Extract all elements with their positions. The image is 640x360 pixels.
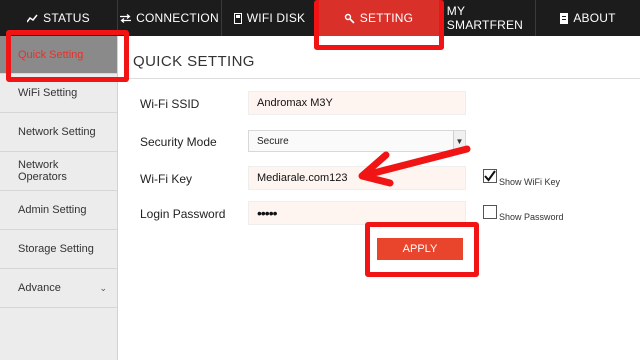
top-navigation: STATUS CONNECTION WIFI DISK SETTING MY S… bbox=[0, 0, 640, 36]
page-title: QUICK SETTING bbox=[133, 53, 255, 70]
gear-icon bbox=[344, 13, 355, 24]
doc-icon bbox=[560, 12, 569, 24]
tab-my-smartfren-label: MY SMARTFREN bbox=[446, 4, 524, 32]
tab-my-smartfren[interactable]: MY SMARTFREN bbox=[440, 0, 536, 36]
tab-wifi-disk[interactable]: WIFI DISK bbox=[222, 0, 318, 36]
sidebar-item-quick-setting[interactable]: Quick Setting bbox=[0, 36, 117, 74]
sidebar-item-advance[interactable]: Advance ⌄ bbox=[0, 269, 117, 308]
sidebar-item-label: Network Setting bbox=[18, 126, 96, 138]
tab-setting[interactable]: SETTING bbox=[318, 0, 440, 36]
security-mode-label: Security Mode bbox=[140, 135, 217, 149]
sidebar-item-label: Advance bbox=[18, 282, 61, 294]
tab-about-label: ABOUT bbox=[573, 11, 616, 25]
wifi-key-label: Wi-Fi Key bbox=[140, 172, 192, 186]
sidebar-item-wifi-setting[interactable]: WiFi Setting bbox=[0, 74, 117, 113]
sidebar-item-label: Admin Setting bbox=[18, 204, 87, 216]
ssid-label: Wi-Fi SSID bbox=[140, 97, 200, 111]
tab-setting-label: SETTING bbox=[359, 11, 414, 25]
tab-connection-label: CONNECTION bbox=[136, 11, 219, 25]
tab-status[interactable]: STATUS bbox=[0, 0, 118, 36]
sidebar: Quick Setting WiFi Setting Network Setti… bbox=[0, 36, 118, 360]
sidebar-item-label: Network Operators bbox=[18, 159, 67, 183]
sidebar-item-storage-setting[interactable]: Storage Setting bbox=[0, 230, 117, 269]
chevron-down-icon: ⌄ bbox=[99, 282, 107, 293]
title-divider bbox=[128, 78, 640, 79]
sidebar-item-admin-setting[interactable]: Admin Setting bbox=[0, 191, 117, 230]
arrows-icon bbox=[120, 13, 132, 23]
chart-icon bbox=[27, 14, 38, 22]
show-wifi-key-label: Show WiFi Key bbox=[499, 177, 561, 187]
sidebar-item-label: Storage Setting bbox=[18, 243, 94, 255]
login-password-label: Login Password bbox=[140, 207, 226, 221]
sidebar-item-network-operators[interactable]: Network Operators bbox=[0, 152, 117, 191]
divider-icon bbox=[440, 12, 442, 24]
annotation-arrow-icon bbox=[358, 145, 471, 187]
sidebar-item-label: WiFi Setting bbox=[18, 87, 78, 99]
sidebar-item-label: Quick Setting bbox=[18, 48, 84, 61]
show-wifi-key-checkbox[interactable] bbox=[483, 169, 497, 183]
tab-wifi-disk-label: WIFI DISK bbox=[246, 11, 306, 25]
sidebar-item-network-setting[interactable]: Network Setting bbox=[0, 113, 117, 152]
tab-about[interactable]: ABOUT bbox=[536, 0, 640, 36]
ssid-input[interactable]: Andromax M3Y bbox=[248, 91, 466, 115]
disk-icon bbox=[233, 12, 242, 24]
security-mode-value: Secure bbox=[257, 135, 289, 147]
checkmark-icon bbox=[484, 170, 496, 182]
tab-status-label: STATUS bbox=[43, 11, 90, 25]
show-password-label: Show Password bbox=[499, 212, 564, 222]
apply-button[interactable]: APPLY bbox=[377, 238, 463, 260]
login-password-input[interactable]: ••••• bbox=[248, 201, 466, 225]
tab-connection[interactable]: CONNECTION bbox=[118, 0, 222, 36]
show-password-checkbox[interactable] bbox=[483, 205, 497, 219]
